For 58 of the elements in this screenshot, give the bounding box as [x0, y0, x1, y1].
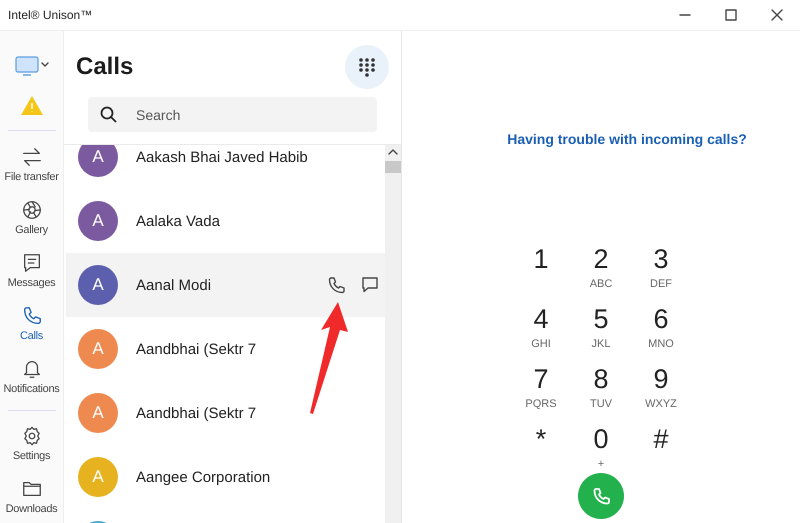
call-button[interactable]: [327, 276, 345, 294]
search-icon: [100, 106, 117, 123]
phone-icon: [591, 486, 611, 506]
nav-item[interactable]: File transfer: [0, 137, 64, 191]
contact-name: Aalaka Vada: [136, 212, 221, 230]
arrows-icon: [20, 146, 42, 168]
scrollbar-thumb[interactable]: [385, 161, 401, 173]
nav-item[interactable]: Downloads: [0, 470, 64, 523]
contact-name: Aandbhai (Sektr 7: [136, 340, 258, 358]
warning-icon: [20, 94, 44, 116]
message-button[interactable]: [361, 276, 379, 294]
search-field[interactable]: Search: [88, 97, 377, 132]
avatar: A: [78, 265, 118, 305]
dialpad-icon: [358, 57, 376, 77]
dial-key[interactable]: 4 GHI: [511, 304, 571, 364]
dial-key[interactable]: *: [511, 424, 571, 470]
dial-key[interactable]: 6 MNO: [631, 304, 691, 364]
contact-name: Aandbhai (Sektr 7: [136, 404, 258, 422]
nav-item[interactable]: Notifications: [0, 350, 64, 404]
dial-key[interactable]: 2 ABC: [571, 244, 631, 304]
avatar: A: [78, 329, 118, 369]
contact-name: Aangee Corporation: [136, 468, 272, 486]
nav-item[interactable]: Calls: [0, 297, 64, 350]
nav-item[interactable]: Gallery: [0, 190, 64, 244]
aperture-icon: [20, 198, 42, 221]
avatar: A: [78, 145, 118, 177]
contact-row[interactable]: A Aanal Modi: [66, 253, 385, 317]
dial-key[interactable]: 3 DEF: [631, 244, 691, 304]
contact-name: Aanal Modi: [136, 276, 212, 294]
contact-row[interactable]: A Aandbhai (Sektr 7: [66, 381, 385, 445]
dial-key[interactable]: 8 TUV: [571, 364, 631, 424]
help-link[interactable]: Having trouble with incoming calls?: [507, 131, 747, 147]
contact-row[interactable]: A Aandbhai (Sektr 7: [66, 317, 385, 381]
dial-key[interactable]: #: [631, 424, 691, 470]
close-icon: [771, 9, 783, 21]
avatar: A: [78, 201, 118, 241]
monitor-icon: [14, 54, 50, 78]
contact-row[interactable]: A Aangee Corporation: [66, 445, 385, 509]
avatar: A: [78, 393, 118, 433]
contact-name: Aakash Bhai Javed Habib: [136, 148, 309, 166]
dial-key[interactable]: 1: [511, 244, 571, 304]
contact-row[interactable]: A Aakash Bhai Javed Habib: [66, 145, 385, 189]
dialpad-button[interactable]: [345, 45, 389, 89]
page-title: Calls: [76, 53, 134, 81]
nav-item[interactable]: Messages: [0, 244, 64, 298]
dial-key[interactable]: 7 PQRS: [511, 364, 571, 424]
dial-key[interactable]: 5 JKL: [571, 304, 631, 364]
message-icon: [361, 276, 379, 294]
dial-key[interactable]: 9 WXYZ: [631, 364, 691, 424]
window-title: Intel® Unison™: [8, 8, 94, 22]
avatar: A: [78, 457, 118, 497]
dial-key[interactable]: 0 +: [571, 424, 631, 470]
contact-row[interactable]: A Aalaka Vada: [66, 189, 385, 253]
maximize-icon: [725, 9, 737, 21]
phone-icon: [327, 276, 345, 294]
nav-item[interactable]: Settings: [0, 416, 64, 470]
scroll-up-icon: [388, 149, 398, 155]
scrollbar[interactable]: [385, 145, 401, 523]
